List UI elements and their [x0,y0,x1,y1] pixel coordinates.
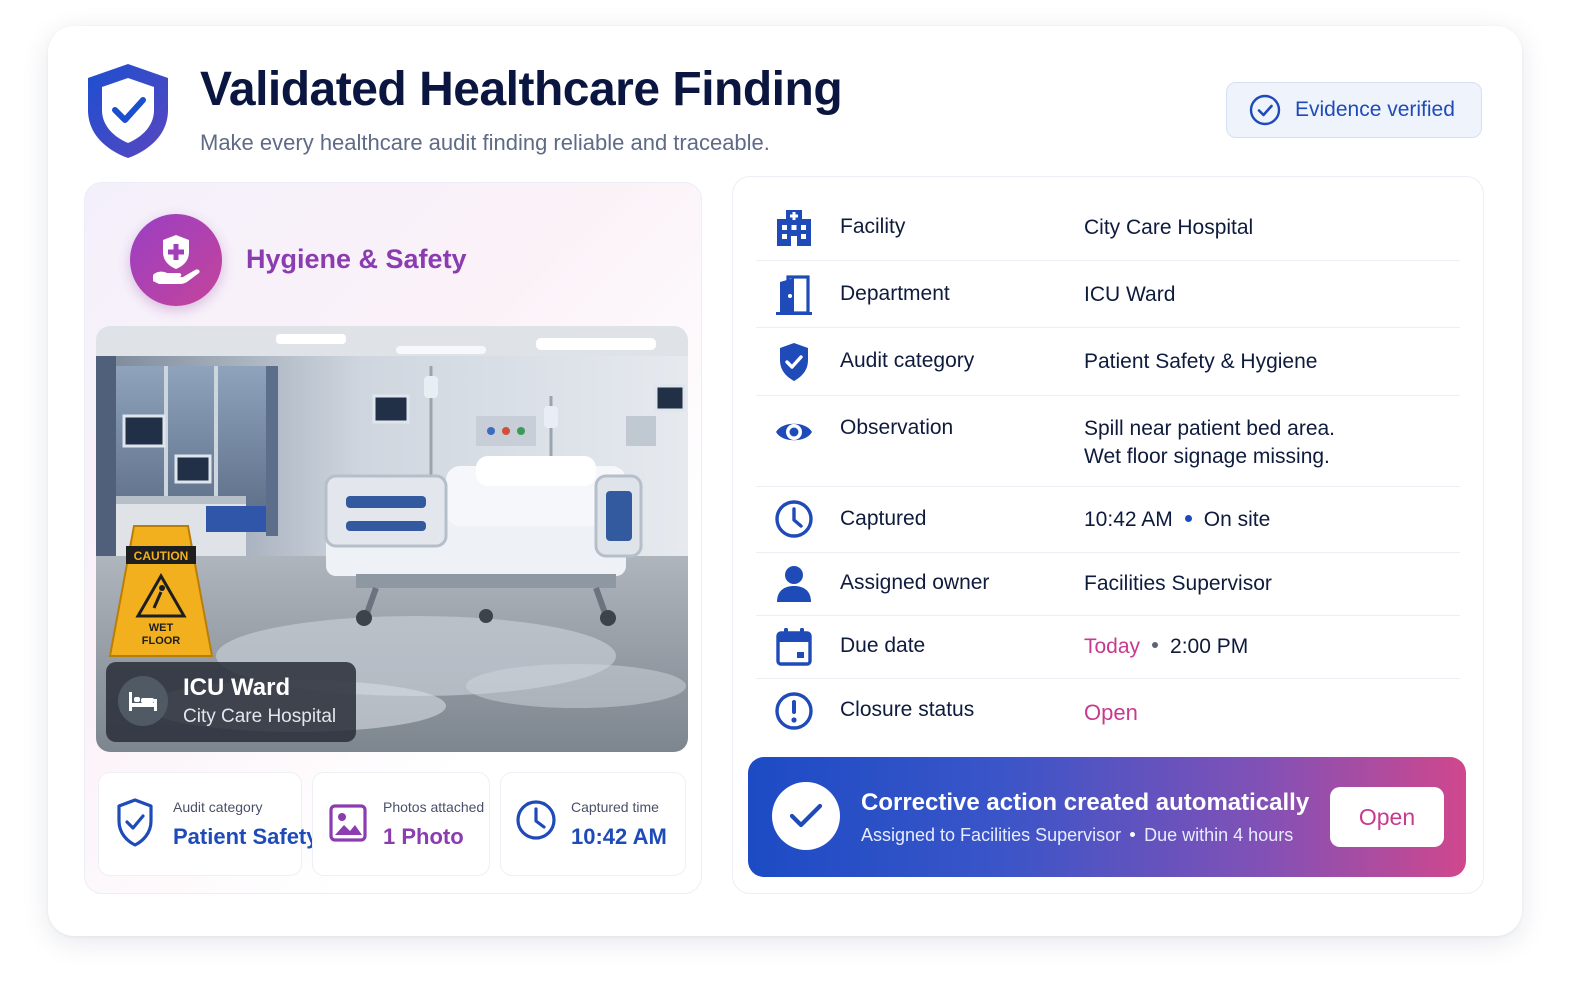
action-title: Corrective action created automatically [861,789,1310,816]
shield-check-icon [780,343,808,381]
audit-category-value: Patient Safety & Hygiene [1084,350,1318,373]
caution-sign-wet: WET [149,622,174,634]
caution-sign-text: CAUTION [134,549,189,563]
divider [756,486,1460,487]
due-time: 2:00 PM [1170,635,1249,658]
audit-category-label: Audit category [840,349,975,372]
image-icon [329,804,367,842]
clock-icon [516,800,556,840]
location-tag: ICU Ward City Care Hospital [106,662,356,742]
divider [756,395,1460,396]
page-subtitle: Make every healthcare audit finding reli… [200,130,770,155]
user-icon [777,566,811,602]
due-date-value: Today 2:00 PM [1084,633,1248,661]
category-badge [130,214,222,306]
separator-dot [1184,514,1192,522]
department-label: Department [840,282,950,305]
action-assigned: Assigned to Facilities Supervisor [861,825,1122,845]
shield-check-logo-icon [88,64,168,158]
hospital-icon [777,210,811,246]
stat-value: Patient Safety [173,824,319,849]
department-value: ICU Ward [1084,283,1176,306]
shield-hand-icon [153,235,200,284]
captured-label: Captured [840,507,927,530]
assigned-owner-value: Facilities Supervisor [1084,572,1272,595]
stat-label: Captured time [571,799,659,815]
evidence-verified-label: Evidence verified [1295,98,1455,121]
separator-dot [1130,831,1136,837]
evidence-verified-badge[interactable]: Evidence verified [1226,82,1482,138]
divider [756,678,1460,679]
facility-label: Facility [840,215,906,238]
divider [756,327,1460,328]
open-action-button[interactable]: Open [1330,787,1444,847]
closure-status-value: Open [1084,700,1138,725]
separator-dot [1152,642,1159,649]
stat-audit-category: Audit category Patient Safety [98,772,319,876]
observation-value-line1: Spill near patient bed area. [1084,417,1336,440]
corrective-action-banner: Corrective action created automatically … [748,757,1466,877]
caution-sign-floor: FLOOR [142,635,181,647]
check-circle-icon [772,782,840,850]
stat-label: Photos attached [383,799,485,815]
location-title: ICU Ward [183,674,291,701]
stat-label: Audit category [173,799,263,815]
assigned-owner-label: Assigned owner [840,571,990,594]
stat-value: 1 Photo [383,824,464,849]
observation-value-line2: Wet floor signage missing. [1084,445,1330,468]
due-date-label: Due date [840,634,926,657]
location-subtitle: City Care Hospital [183,706,337,727]
calendar-icon [776,628,812,666]
bed-icon [118,676,168,726]
action-subtitle: Assigned to Facilities Supervisor Due wit… [861,825,1293,846]
divider [756,615,1460,616]
captured-time: 10:42 AM [1084,508,1173,531]
captured-value: 10:42 AM On site [1084,506,1270,534]
observation-label: Observation [840,416,954,439]
clock-icon [775,500,813,538]
shield-check-icon [117,798,153,847]
captured-place: On site [1203,508,1271,531]
stat-photos[interactable]: Photos attached 1 Photo [312,772,490,876]
action-due: Due within 4 hours [1144,825,1294,845]
due-day: Today [1084,635,1141,658]
facility-value: City Care Hospital [1084,216,1254,239]
category-label: Hygiene & Safety [246,244,467,274]
alert-icon [775,692,813,730]
stat-captured-time: Captured time 10:42 AM [500,772,686,876]
divider [756,260,1460,261]
closure-status-label: Closure status [840,698,975,721]
door-icon [776,275,812,315]
check-circle-icon [1249,94,1281,126]
page-title: Validated Healthcare Finding [200,63,843,116]
divider [756,552,1460,553]
stat-value: 10:42 AM [571,824,667,849]
eye-icon [776,423,812,441]
